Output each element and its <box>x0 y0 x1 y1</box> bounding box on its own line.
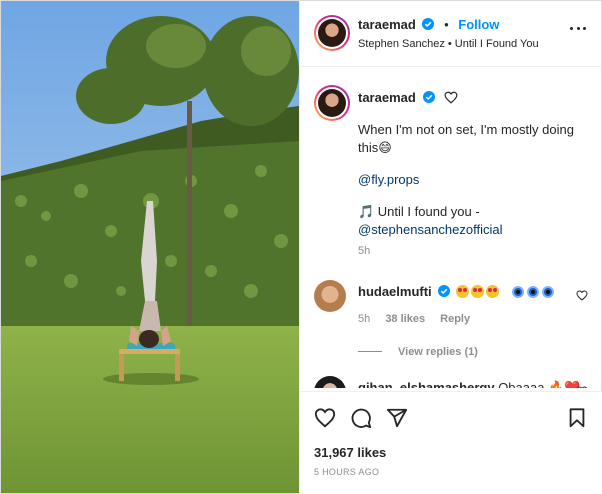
caption-text: When I'm not on set, I'm mostly doing th… <box>358 121 583 239</box>
comment-likes[interactable]: 38 likes <box>385 313 425 325</box>
author-avatar[interactable] <box>314 15 350 51</box>
mention-link[interactable]: @fly.props <box>358 171 583 189</box>
commenter-avatar[interactable] <box>314 280 346 312</box>
view-replies-button[interactable]: View replies (1) <box>358 346 478 358</box>
caption-avatar[interactable] <box>314 85 350 121</box>
post-media[interactable] <box>1 1 299 493</box>
caption-username[interactable]: taraemad <box>358 90 416 105</box>
comment-like-icon[interactable] <box>576 386 588 388</box>
author-username[interactable]: taraemad <box>358 17 416 32</box>
comment-meta: 5h 38 likes Reply <box>358 313 482 325</box>
comment-text: Obaaaa 🔥❤️ <box>498 380 581 388</box>
more-icon[interactable] <box>570 27 586 31</box>
heart-eyes-emoji <box>485 285 499 298</box>
verified-icon <box>422 18 435 30</box>
caption-time[interactable]: 5h <box>358 245 370 257</box>
likes-count[interactable]: 31,967 likes <box>314 445 386 460</box>
reply-button[interactable]: Reply <box>440 313 470 325</box>
action-bar: 31,967 likes 5 HOURS AGO <box>300 391 602 494</box>
share-icon[interactable] <box>386 407 408 429</box>
music-line: 🎵 Until I found you - <box>358 204 480 219</box>
follow-button[interactable]: Follow <box>458 17 499 32</box>
commenter-avatar[interactable] <box>314 376 346 388</box>
post-window: taraemad • Follow Stephen Sanchez • Unti… <box>0 0 602 494</box>
comment-icon[interactable] <box>350 407 372 429</box>
caption-line: When I'm not on set, I'm mostly doing th… <box>358 122 574 155</box>
post-timestamp: 5 HOURS AGO <box>314 467 380 477</box>
heart-eyes-emoji <box>470 285 484 298</box>
heart-eyes-emoji <box>455 285 469 298</box>
commenter-username[interactable]: hudaelmufti <box>358 284 432 299</box>
verified-icon <box>438 285 451 297</box>
headstand-photo <box>1 1 299 493</box>
verified-icon <box>423 91 436 103</box>
heart-icon[interactable] <box>314 407 336 429</box>
nazar-emoji <box>526 286 539 298</box>
post-header: taraemad • Follow Stephen Sanchez • Unti… <box>300 1 602 67</box>
separator-dot: • <box>444 17 449 32</box>
artist-link[interactable]: @stephensanchezofficial <box>358 221 583 239</box>
comments-area: taraemad When I'm not on set, I'm mostly… <box>300 68 602 388</box>
post-sidebar: taraemad • Follow Stephen Sanchez • Unti… <box>299 1 602 494</box>
commenter-username[interactable]: gihan_elshamashergy <box>358 380 495 388</box>
comment-time[interactable]: 5h <box>358 313 370 325</box>
heart-icon[interactable] <box>444 91 458 104</box>
comment: gihan_elshamashergy Obaaaa 🔥❤️ <box>358 380 580 388</box>
bookmark-icon[interactable] <box>566 407 588 429</box>
nazar-emoji <box>541 286 554 298</box>
audio-attribution[interactable]: Stephen Sanchez • Until I Found You <box>358 38 539 50</box>
comment-like-icon[interactable] <box>576 290 588 301</box>
comment: hudaelmufti <box>358 284 554 299</box>
nazar-emoji <box>511 286 524 298</box>
